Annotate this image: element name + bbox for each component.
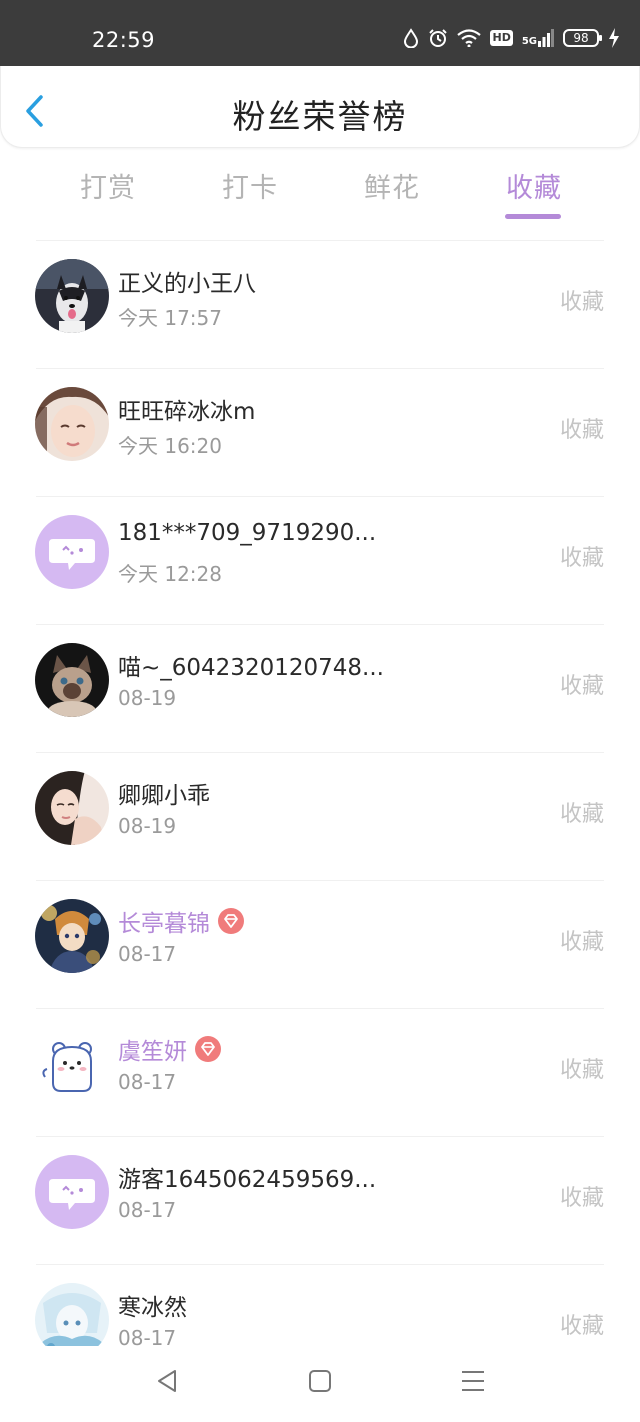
water-drop-icon [403,28,419,48]
avatar[interactable] [35,899,109,973]
list-item[interactable]: 181***709_9719290... 今天 12:28 收藏 [0,496,640,624]
divider [36,1008,604,1009]
husky-dog-photo [35,259,109,333]
tab-favorites[interactable]: 收藏 [506,166,562,205]
action-label: 收藏 [559,674,604,699]
tab-flowers[interactable]: 鲜花 [364,166,420,205]
divider [36,752,604,753]
avatar[interactable] [35,387,109,461]
status-icons: HD 5G 98 [403,28,620,48]
action-label: 收藏 [559,1314,604,1339]
triangle-back-icon [158,1370,176,1392]
fan-time: 08-17 [118,1198,177,1222]
action-label: 收藏 [559,802,604,827]
list-item[interactable]: 正义的小王八 今天 17:57 收藏 [0,240,640,368]
fan-name: 181***709_9719290... [118,520,377,546]
fan-name-vip: 虞笙妍 [118,1032,221,1068]
cartoon-bear-avatar [35,1027,109,1101]
default-chat-bubble-avatar [35,1155,109,1229]
fan-time: 今天 16:20 [118,434,222,458]
list-item[interactable]: 虞笙妍 08-17 收藏 [0,1008,640,1136]
divider [36,1264,604,1265]
hd-badge: HD [490,30,513,46]
avatar[interactable] [35,643,109,717]
list-item[interactable]: 喵~_6042320120748... 08-19 收藏 [0,624,640,752]
divider [36,624,604,625]
battery-indicator: 98 [563,29,602,47]
nav-menu-button[interactable] [460,1368,486,1398]
fan-name-vip: 长亭暮锦 [118,904,244,940]
page-header: 粉丝荣誉榜 [0,66,640,148]
avatar[interactable] [35,771,109,845]
action-label: 收藏 [559,1186,604,1211]
fan-name: 长亭暮锦 [118,911,210,937]
list-item[interactable]: 旺旺碎冰冰m 今天 16:20 收藏 [0,368,640,496]
square-home-icon [309,1370,331,1392]
cat-photo [35,643,109,717]
fan-name: 虞笙妍 [118,1039,187,1065]
divider [36,880,604,881]
nav-home-button[interactable] [308,1368,332,1398]
active-tab-indicator [505,214,561,219]
fan-name: 卿卿小乖 [118,783,210,809]
fan-time: 08-17 [118,942,177,966]
fan-time: 08-19 [118,686,177,710]
action-label: 收藏 [559,418,604,443]
list-item[interactable]: 长亭暮锦 08-17 收藏 [0,880,640,1008]
list-item[interactable]: 卿卿小乖 08-19 收藏 [0,752,640,880]
fan-list: 正义的小王八 今天 17:57 收藏 旺旺碎冰冰m 今天 16:20 收藏 18… [0,240,640,1392]
system-nav-bar [0,1346,640,1422]
menu-lines-icon [462,1371,484,1391]
avatar[interactable] [35,1155,109,1229]
girl-photo [35,771,109,845]
wifi-icon [457,29,482,47]
fan-name: 旺旺碎冰冰m [118,399,256,425]
fan-name: 喵~_6042320120748... [118,655,384,681]
divider [36,368,604,369]
action-label: 收藏 [559,1058,604,1083]
fan-name: 寒冰然 [118,1295,187,1321]
action-label: 收藏 [559,930,604,955]
page-title: 粉丝荣誉榜 [232,97,408,136]
status-bar: 22:59 HD 5G 98 [0,0,640,66]
tab-checkin[interactable]: 打卡 [222,166,278,205]
alarm-icon [428,28,448,48]
avatar[interactable] [35,515,109,589]
fan-time: 08-19 [118,814,177,838]
action-label: 收藏 [559,546,604,571]
divider [36,496,604,497]
fan-time: 今天 17:57 [118,306,222,330]
divider [36,240,604,241]
anime-character-avatar [35,899,109,973]
default-chat-bubble-avatar [35,515,109,589]
divider [36,1136,604,1137]
girl-portrait-photo [35,387,109,461]
diamond-vip-icon [218,908,244,940]
tab-bar: 打赏 打卡 鲜花 收藏 [0,160,640,224]
avatar[interactable] [35,259,109,333]
fan-time: 08-17 [118,1070,177,1094]
signal-icon: 5G [522,29,554,47]
list-item[interactable]: 游客1645062459569... 08-17 收藏 [0,1136,640,1264]
action-label: 收藏 [559,290,604,315]
diamond-vip-icon [195,1036,221,1068]
fan-time: 今天 12:28 [118,562,222,586]
status-time: 22:59 [92,28,156,52]
fan-name: 正义的小王八 [118,271,256,297]
nav-back-button[interactable] [155,1368,179,1398]
tab-reward[interactable]: 打赏 [80,166,136,205]
avatar[interactable] [35,1027,109,1101]
fan-name: 游客1645062459569... [118,1167,377,1193]
charging-icon [608,28,620,48]
network-type: 5G [521,36,537,47]
